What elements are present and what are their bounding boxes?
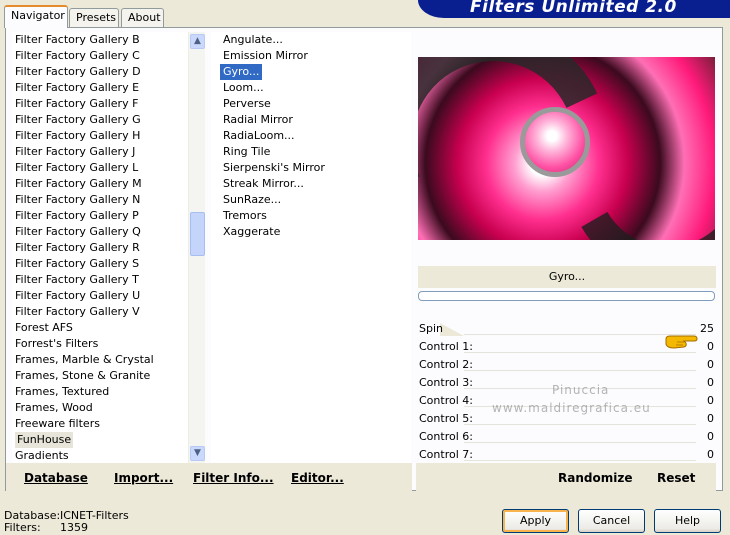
database-button[interactable]: Database [24, 471, 88, 485]
filter-item[interactable]: RadiaLoom... [223, 128, 295, 144]
category-item[interactable]: Filter Factory Gallery M [15, 176, 142, 192]
category-item[interactable]: Filter Factory Gallery V [15, 304, 140, 320]
watermark-url: www.maldiregrafica.eu [492, 401, 651, 415]
control-value: 0 [707, 376, 714, 389]
category-item[interactable]: Filter Factory Gallery F [15, 96, 138, 112]
category-item[interactable]: Filter Factory Gallery Q [15, 224, 141, 240]
control-track[interactable] [464, 370, 696, 371]
scroll-up-button[interactable]: ▲ [190, 34, 205, 49]
control-label: Control 5: [419, 412, 473, 425]
filter-item[interactable]: Perverse [223, 96, 271, 112]
control-value: 0 [707, 340, 714, 353]
filter-item[interactable]: Emission Mirror [223, 48, 308, 64]
category-item[interactable]: Freeware filters [15, 416, 100, 432]
control-value: 25 [700, 322, 714, 335]
control-slider-row[interactable]: Control 7: 0 [418, 446, 716, 464]
control-value: 0 [707, 412, 714, 425]
filter-item[interactable]: Loom... [223, 80, 264, 96]
filter-item[interactable]: SunRaze... [223, 192, 281, 208]
status-filters-label: Filters: [4, 521, 41, 534]
category-item[interactable]: Filter Factory Gallery G [15, 112, 141, 128]
category-item[interactable]: Forrest's Filters [15, 336, 98, 352]
filter-name-label: Gyro... [418, 266, 716, 288]
spin-slider-indicator [440, 323, 464, 336]
category-item[interactable]: Frames, Marble & Crystal [15, 352, 154, 368]
control-label: Spin [419, 322, 443, 335]
category-item[interactable]: Filter Factory Gallery U [15, 288, 140, 304]
right-button-bar: Randomize Reset [416, 463, 716, 491]
filter-item[interactable]: Tremors [223, 208, 267, 224]
category-item[interactable]: Frames, Textured [15, 384, 109, 400]
control-slider-row[interactable]: Control 6: 0 [418, 428, 716, 446]
category-item[interactable]: Filter Factory Gallery P [15, 208, 139, 224]
editor-button[interactable]: Editor... [291, 471, 344, 485]
category-item[interactable]: Filter Factory Gallery N [15, 192, 140, 208]
control-track[interactable] [464, 460, 696, 461]
control-track[interactable] [464, 334, 696, 335]
reset-button[interactable]: Reset [657, 471, 695, 485]
import-button[interactable]: Import... [114, 471, 173, 485]
progress-bar [418, 291, 715, 301]
category-item[interactable]: FunHouse [15, 432, 74, 448]
preview-image [418, 57, 715, 240]
filter-item[interactable]: Gyro... [220, 64, 263, 80]
control-label: Control 6: [419, 430, 473, 443]
control-label: Control 1: [419, 340, 473, 353]
filter-item[interactable]: Xaggerate [223, 224, 280, 240]
control-value: 0 [707, 358, 714, 371]
control-label: Control 2: [419, 358, 473, 371]
control-value: 0 [707, 448, 714, 461]
scroll-thumb[interactable] [190, 212, 205, 256]
filter-item[interactable]: Angulate... [223, 32, 283, 48]
category-item[interactable]: Filter Factory Gallery R [15, 240, 140, 256]
category-item[interactable]: Forest AFS [15, 320, 73, 336]
filter-item[interactable]: Sierpenski's Mirror [223, 160, 325, 176]
category-item[interactable]: Filter Factory Gallery L [15, 160, 138, 176]
control-label: Control 4: [419, 394, 473, 407]
category-item[interactable]: Filter Factory Gallery D [15, 64, 141, 80]
category-item[interactable]: Filter Factory Gallery H [15, 128, 140, 144]
tab-navigator[interactable]: Navigator [4, 5, 68, 28]
apply-button[interactable]: Apply [502, 509, 569, 533]
tab-presets[interactable]: Presets [69, 8, 119, 27]
pointing-hand-icon [665, 335, 698, 349]
control-label: Control 7: [419, 448, 473, 461]
control-value: 0 [707, 430, 714, 443]
tab-about[interactable]: About [121, 8, 164, 27]
status-filters-value: 1359 [60, 521, 88, 534]
filter-info-button[interactable]: Filter Info... [193, 471, 274, 485]
category-item[interactable]: Filter Factory Gallery S [15, 256, 139, 272]
help-button[interactable]: Help [654, 509, 721, 533]
category-item[interactable]: Filter Factory Gallery C [15, 48, 140, 64]
category-item[interactable]: Filter Factory Gallery B [15, 32, 140, 48]
left-button-bar: Database Import... Filter Info... Editor… [6, 463, 412, 491]
category-scrollbar[interactable]: ▲ ▼ [188, 32, 205, 463]
category-item[interactable]: Filter Factory Gallery T [15, 272, 139, 288]
filter-item[interactable]: Ring Tile [223, 144, 270, 160]
control-track[interactable] [464, 352, 696, 353]
app-banner: Filters Unlimited 2.0 [418, 0, 730, 18]
category-item[interactable]: Gradients [15, 448, 69, 463]
control-value: 0 [707, 394, 714, 407]
control-label: Control 3: [419, 376, 473, 389]
control-slider-row[interactable]: Control 2: 0 [418, 356, 716, 374]
preview-orb [520, 107, 590, 177]
randomize-button[interactable]: Randomize [558, 471, 632, 485]
scroll-down-button[interactable]: ▼ [190, 446, 205, 461]
watermark-name: Pinuccia [552, 383, 610, 397]
control-track[interactable] [464, 442, 696, 443]
category-item[interactable]: Frames, Stone & Granite [15, 368, 150, 384]
filter-item[interactable]: Radial Mirror [223, 112, 293, 128]
category-item[interactable]: Filter Factory Gallery E [15, 80, 139, 96]
control-track[interactable] [464, 424, 696, 425]
category-list[interactable]: Filter Factory Gallery B Filter Factory G… [12, 32, 189, 463]
cancel-button[interactable]: Cancel [578, 509, 645, 533]
banner-title: Filters Unlimited 2.0 [470, 0, 677, 17]
filter-list[interactable]: Angulate... Emission Mirror Gyro... Loom...… [211, 32, 411, 463]
status-filters: Filters: 1359 [4, 521, 88, 534]
filter-item[interactable]: Streak Mirror... [223, 176, 304, 192]
category-item[interactable]: Filter Factory Gallery J [15, 144, 135, 160]
category-item[interactable]: Frames, Wood [15, 400, 93, 416]
